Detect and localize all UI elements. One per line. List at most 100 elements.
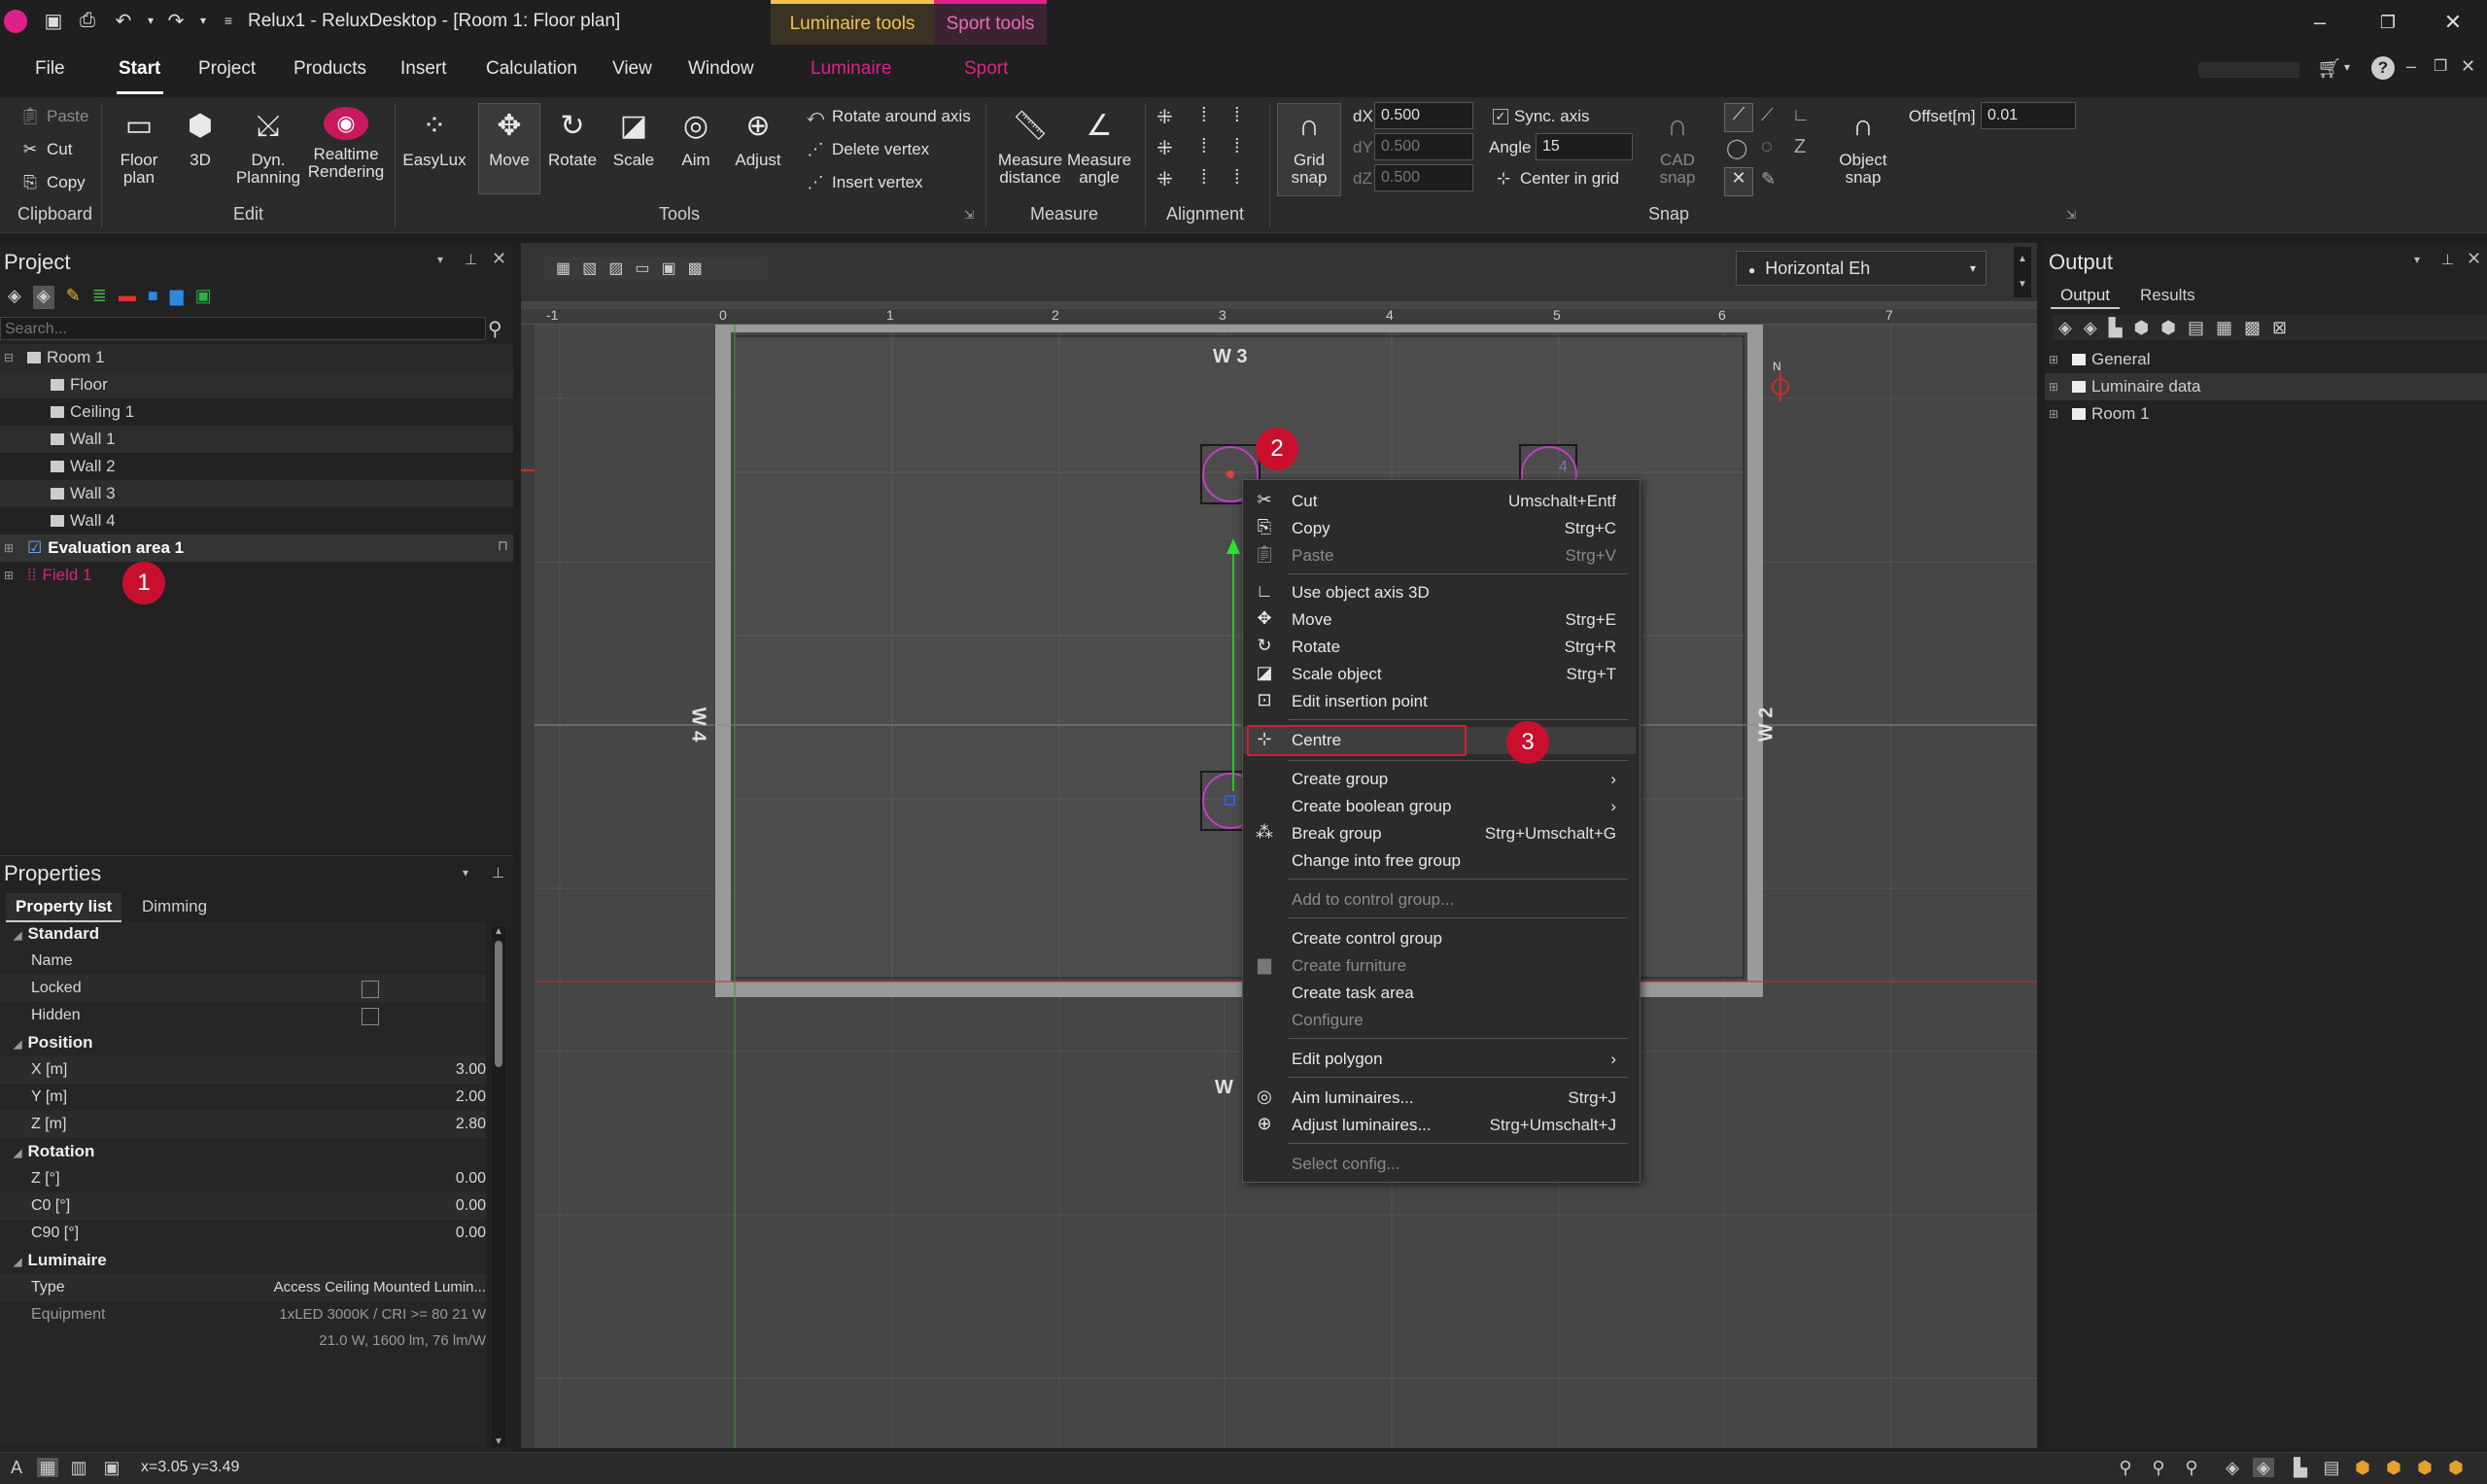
output-tree-luminaire-data[interactable]: ⊞ Luminaire data bbox=[2045, 373, 2487, 400]
tab-project[interactable]: Project bbox=[198, 58, 256, 80]
tree-row-floor[interactable]: Floor bbox=[0, 371, 513, 398]
exit-icon[interactable]: ▣ bbox=[195, 286, 212, 309]
menu-item-object-axis[interactable]: ∟ Use object axis 3D bbox=[1243, 579, 1636, 606]
prop-c0[interactable]: C0 [°] 0.00 bbox=[0, 1192, 486, 1220]
menu-item-insertion-point[interactable]: ⊡ Edit insertion point bbox=[1243, 688, 1636, 715]
ribbon-restore-icon[interactable]: ❐ bbox=[2434, 56, 2447, 76]
rotate-around-axis-button[interactable]: ⤺ Rotate around axis bbox=[805, 107, 971, 126]
menu-item-create-furniture[interactable]: ▆ Create furniture bbox=[1243, 952, 1636, 980]
menu-item-add-control-group[interactable]: Add to control group... bbox=[1243, 886, 1636, 914]
view-left-icon[interactable]: ▤ bbox=[2321, 1458, 2342, 1477]
tab-start[interactable]: Start bbox=[119, 58, 160, 80]
floor-plan-button[interactable]: ▭ Floor plan bbox=[109, 107, 169, 187]
hatched-view-icon[interactable]: ▧ bbox=[582, 259, 597, 278]
zoom-out-icon[interactable]: ⚲ bbox=[2181, 1458, 2202, 1477]
menu-item-scale[interactable]: ◪ Scale object Strg+T bbox=[1243, 661, 1636, 688]
table-icon[interactable]: ▦ bbox=[2216, 318, 2232, 338]
tab-sport-tools[interactable]: Sport tools bbox=[934, 0, 1047, 45]
move-button[interactable]: ✥ Move bbox=[478, 107, 540, 169]
floor-icon[interactable]: ▙ bbox=[2109, 318, 2123, 338]
realtime-rendering-button[interactable]: ◉ Realtime Rendering bbox=[307, 107, 385, 181]
dialog-launcher-icon[interactable]: ⇲ bbox=[964, 208, 974, 222]
menu-item-free-group[interactable]: Change into free group bbox=[1243, 847, 1636, 875]
view-iso2-icon[interactable]: ⬢ bbox=[2383, 1458, 2404, 1477]
tab-file[interactable]: File bbox=[35, 58, 65, 80]
ribbon-minimize-icon[interactable]: – bbox=[2406, 56, 2416, 77]
sync-axis-checkbox[interactable]: ✓ bbox=[1493, 109, 1508, 124]
image-icon[interactable]: ▩ bbox=[2244, 318, 2261, 338]
grid-icon[interactable]: ▦ bbox=[37, 1458, 58, 1477]
locked-checkbox[interactable] bbox=[362, 981, 379, 998]
delete-vertex-button[interactable]: ⋰ Delete vertex bbox=[805, 140, 930, 159]
help-icon[interactable]: ? bbox=[2371, 56, 2395, 80]
tab-luminaire[interactable]: Luminaire bbox=[811, 58, 891, 80]
menu-item-create-group[interactable]: Create group › bbox=[1243, 766, 1636, 793]
close-panel-icon[interactable]: ✕ bbox=[492, 249, 506, 269]
tab-products[interactable]: Products bbox=[294, 58, 366, 80]
snap-dotted-circle-icon[interactable]: ◌ bbox=[1761, 136, 1773, 158]
pin-icon[interactable]: ⊥ bbox=[465, 251, 477, 268]
search-input[interactable] bbox=[1, 319, 467, 340]
text-tool-icon[interactable]: A bbox=[6, 1458, 27, 1477]
tree-row-field[interactable]: ⊞ ⁞⁞ Field 1 bbox=[0, 562, 513, 589]
undo-icon[interactable]: ↶ bbox=[111, 8, 136, 33]
tab-sport[interactable]: Sport bbox=[964, 58, 1008, 80]
pin-icon[interactable]: ⊥ bbox=[492, 864, 504, 881]
offset-input[interactable]: 0.01 bbox=[1981, 102, 2076, 129]
undo-dropdown-icon[interactable]: ▾ bbox=[138, 8, 163, 33]
paste-button[interactable]: 📋︎ Paste bbox=[19, 107, 88, 126]
easylux-button[interactable]: ⁘ EasyLux bbox=[402, 107, 466, 169]
prop-locked[interactable]: Locked bbox=[0, 975, 486, 1002]
view-iso4-icon[interactable]: ⬢ bbox=[2445, 1458, 2467, 1477]
customize-icon[interactable]: ≡ bbox=[216, 8, 241, 33]
menu-item-move[interactable]: ✥ Move Strg+E bbox=[1243, 606, 1636, 634]
zoom-in-icon[interactable]: ⚲ bbox=[2148, 1458, 2169, 1477]
landscape-view-icon[interactable]: ▩ bbox=[688, 259, 703, 278]
lock-icon[interactable]: ⊓ bbox=[498, 537, 508, 554]
align-icon[interactable]: ⁞ bbox=[1234, 105, 1240, 127]
tab-calculation[interactable]: Calculation bbox=[486, 58, 577, 80]
align-icon[interactable]: ⁜ bbox=[1157, 167, 1173, 191]
menu-item-select-config[interactable]: Select config... bbox=[1243, 1151, 1636, 1178]
tree-row-room[interactable]: ⊟ Room 1 bbox=[0, 344, 513, 371]
grid-snap-button[interactable]: ∩ Grid snap bbox=[1277, 107, 1341, 187]
menu-item-create-task-area[interactable]: Create task area bbox=[1243, 980, 1636, 1007]
measure-distance-button[interactable]: 📏︎ Measure distance bbox=[991, 107, 1069, 187]
sofa-icon[interactable]: ▆ bbox=[170, 286, 184, 309]
maximize-button[interactable]: ❐ bbox=[2354, 0, 2422, 45]
output-tree-general[interactable]: ⊞ General bbox=[2045, 346, 2487, 373]
align-icon[interactable]: ⁞ bbox=[1201, 105, 1207, 127]
prop-equipment[interactable]: Equipment 1xLED 3000K / CRI >= 80 21 W 21.… bbox=[0, 1301, 486, 1354]
measure-angle-button[interactable]: ∠ Measure angle bbox=[1065, 107, 1133, 187]
aim-button[interactable]: ◎ Aim bbox=[667, 107, 725, 169]
layers-icon[interactable]: ◈ bbox=[2058, 318, 2072, 338]
scroll-up-icon[interactable]: ▲ bbox=[492, 926, 505, 937]
cut-button[interactable]: ✂ Cut bbox=[19, 140, 73, 159]
document-icon[interactable]: ▤ bbox=[2188, 318, 2204, 338]
scale-button[interactable]: ◪ Scale bbox=[604, 107, 663, 169]
cube-icon[interactable]: ⬢ bbox=[2134, 318, 2150, 338]
menu-item-cut[interactable]: ✂ Cut Umschalt+Entf bbox=[1243, 488, 1636, 515]
tab-dimming[interactable]: Dimming bbox=[142, 897, 207, 916]
rotate-button[interactable]: ↻ Rotate bbox=[542, 107, 603, 169]
align-icon[interactable]: ⁞ bbox=[1201, 136, 1207, 158]
panel-dropdown-icon[interactable]: ▾ bbox=[2414, 253, 2420, 266]
menu-item-boolean-group[interactable]: Create boolean group › bbox=[1243, 793, 1636, 820]
dialog-launcher-icon[interactable]: ⇲ bbox=[2066, 208, 2076, 222]
dyn-planning-button[interactable]: ⤩ Dyn. Planning bbox=[231, 107, 305, 187]
cube-alt-icon[interactable]: ⬢ bbox=[2160, 318, 2176, 338]
layers-alt-icon[interactable]: ◈ bbox=[32, 286, 54, 309]
view-plan-icon[interactable]: ◈ bbox=[2253, 1458, 2274, 1477]
print-icon[interactable]: ⎙ bbox=[75, 8, 100, 33]
export-icon[interactable]: ⊠ bbox=[2272, 318, 2287, 338]
tab-luminaire-tools[interactable]: Luminaire tools bbox=[771, 0, 934, 45]
dz-input[interactable]: 0.500 bbox=[1374, 164, 1473, 191]
calculation-dropdown[interactable]: ● Horizontal Eh ▾ bbox=[1736, 251, 1986, 286]
align-icon[interactable]: ⁞ bbox=[1234, 167, 1240, 190]
align-icon[interactable]: ⁞ bbox=[1201, 167, 1207, 190]
snap-corner-icon[interactable]: ∟ bbox=[1792, 105, 1810, 125]
tab-window[interactable]: Window bbox=[688, 58, 754, 80]
menu-item-rotate[interactable]: ↻ Rotate Strg+R bbox=[1243, 634, 1636, 661]
align-icon[interactable]: ⁜ bbox=[1157, 105, 1173, 129]
menu-item-copy[interactable]: ⎘ Copy Strg+C bbox=[1243, 515, 1636, 542]
